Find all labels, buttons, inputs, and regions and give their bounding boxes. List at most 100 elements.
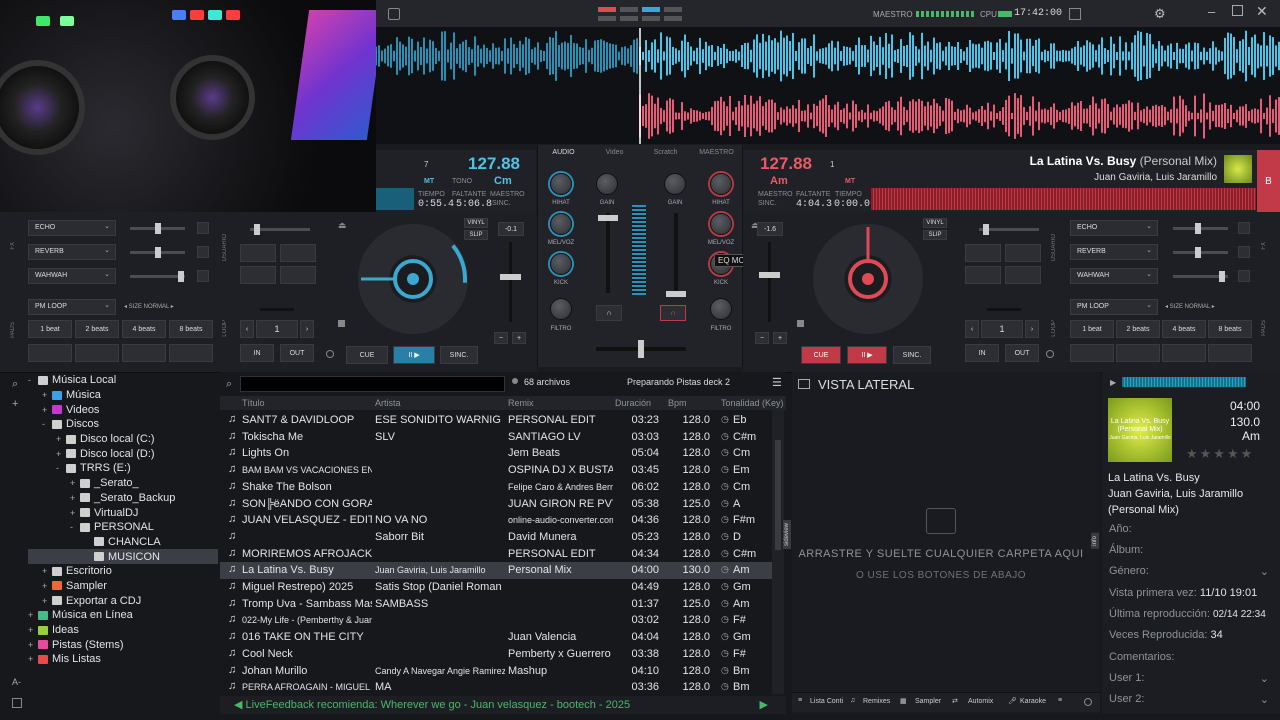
tab-sampler[interactable]: Sampler (915, 698, 941, 705)
tree-item[interactable]: + Mis Listas (28, 652, 218, 667)
track-row[interactable]: ♫ Saborr Bit David Munera 05:23 128.0 D ◷ (220, 529, 772, 546)
track-row[interactable]: ♫ Tokischa Me SLV SANTIAGO LV 03:03 128.0 C#m ◷ (220, 429, 772, 446)
crossfader[interactable] (596, 340, 686, 358)
expand-icon[interactable]: + (70, 493, 80, 503)
tree-item[interactable]: + _Serato_ (28, 476, 218, 491)
tab-scratch[interactable]: Scratch (640, 145, 691, 160)
tree-item[interactable]: + VirtualDJ (28, 505, 218, 520)
user-pad[interactable] (1005, 266, 1041, 284)
header-remix[interactable]: Remix (508, 398, 534, 408)
tree-item[interactable]: + Disco local (C:) (28, 432, 218, 447)
volume-fader-left[interactable] (598, 213, 618, 293)
tree-item[interactable]: - Discos (28, 417, 218, 432)
pad-mode-select[interactable]: PM LOOP (28, 299, 116, 315)
sidelist-icon[interactable]: ≡ (1058, 697, 1062, 704)
tree-item[interactable]: + Videos (28, 402, 218, 417)
fx-slider-3[interactable] (130, 271, 185, 282)
fx-select-1[interactable]: ECHO (28, 220, 116, 236)
tree-item[interactable]: - TRRS (E:) (28, 461, 218, 476)
loop-in-button[interactable]: IN (240, 344, 274, 362)
user-slider[interactable] (250, 224, 310, 235)
hihat-knob-left[interactable] (550, 173, 572, 195)
add-icon[interactable]: + (12, 398, 18, 410)
pad[interactable] (1116, 344, 1160, 362)
beat-pad-2[interactable]: 2 beats (1116, 320, 1160, 338)
fx-select-3[interactable]: WAHWAH (1070, 268, 1158, 284)
user-pad[interactable] (240, 244, 276, 262)
sync-button[interactable]: SINC. (440, 346, 478, 364)
loop-out-button[interactable]: OUT (1005, 344, 1039, 362)
tab-automix[interactable]: Automix (968, 698, 993, 705)
size-selector[interactable]: ◂ SIZE NORMAL ▸ (1165, 303, 1215, 310)
loop-prev-button[interactable]: ‹ (965, 320, 979, 338)
expand-icon[interactable]: + (28, 654, 38, 664)
tab-automix-list[interactable]: Lista Conti (810, 698, 843, 705)
headphone-right-button[interactable]: ∩ (660, 305, 686, 321)
expand-icon[interactable]: + (42, 596, 52, 606)
tree-item[interactable]: + _Serato_Backup (28, 491, 218, 506)
pitch-up-button[interactable]: + (512, 332, 526, 344)
search-icon[interactable]: ⌕ (226, 378, 232, 391)
collapse-icon[interactable]: - (42, 419, 52, 429)
pitch-slider[interactable] (500, 242, 521, 322)
close-icon[interactable]: ✕ (1256, 3, 1268, 20)
track-row[interactable]: ♫ SANT7 & DAVIDLOOP ESE SONIDITO WARNIG PER… (220, 412, 772, 429)
pitch-slider[interactable] (759, 242, 780, 322)
track-row[interactable]: ♫ Tromp Uva - Sambass MashupSAMBASS 01:37 1… (220, 596, 772, 613)
cue-button[interactable]: CUE (346, 346, 388, 364)
play-icon[interactable]: ▶ (760, 698, 768, 711)
expand-icon[interactable]: + (70, 478, 80, 488)
eject-icon[interactable]: ⏏ (338, 220, 347, 231)
info-tab[interactable]: info (1091, 533, 1099, 549)
expand-icon[interactable]: + (42, 405, 52, 415)
tree-item[interactable]: + Exportar a CDJ (28, 593, 218, 608)
fx-toggle-1[interactable] (197, 222, 209, 234)
collapse-icon[interactable]: - (28, 375, 38, 385)
track-row[interactable]: ♫ JUAN VELASQUEZ - EDIT NO VA NO online-aud… (220, 512, 772, 529)
track-row[interactable]: ♫ BAM BAM VS VACACIONES EN C... OSPINA DJ … (220, 462, 772, 479)
chevron-down-icon[interactable]: ⌄ (1260, 565, 1269, 578)
beat-pad-3[interactable]: 4 beats (1162, 320, 1206, 338)
pitch-up-button[interactable]: + (773, 332, 787, 344)
expand-icon[interactable]: + (56, 434, 66, 444)
beat-pad-1[interactable]: 1 beat (28, 320, 72, 338)
fx-toggle-2[interactable] (197, 246, 209, 258)
loop-out-button[interactable]: OUT (280, 344, 314, 362)
maximize-icon[interactable] (1232, 5, 1243, 16)
pad-mode-select[interactable]: PM LOOP (1070, 299, 1158, 315)
tree-item[interactable]: + Música en Línea (28, 608, 218, 623)
tree-item[interactable]: - PERSONAL (28, 520, 218, 535)
track-row[interactable]: ♫ 022-My Life - (Pemberthy & Juan Y... 03:… (220, 612, 772, 629)
loop-reset-icon[interactable] (1046, 350, 1054, 358)
search-icon[interactable]: ⌕ (12, 378, 18, 391)
search-input[interactable] (240, 376, 505, 392)
filter-knob-right[interactable] (710, 298, 732, 320)
tab-master[interactable]: MAESTRO (691, 145, 742, 160)
expand-icon[interactable]: + (42, 390, 52, 400)
beat-pad-1[interactable]: 1 beat (1070, 320, 1114, 338)
expand-icon[interactable]: + (70, 508, 80, 518)
tree-item[interactable]: MUSICON (28, 549, 218, 564)
vinyl-button[interactable]: VINYL (464, 218, 488, 228)
track-row[interactable]: ♫ Cool Neck Pemberty x Guerrero 03:38 128.0 F… (220, 646, 772, 663)
tree-item[interactable]: + Música (28, 388, 218, 403)
beat-pad-4[interactable]: 8 beats (169, 320, 213, 338)
turntable-left[interactable] (358, 224, 468, 334)
record-icon[interactable] (1069, 8, 1081, 20)
track-preview-waveform[interactable] (1122, 377, 1246, 387)
scrollbar[interactable] (772, 410, 784, 694)
expand-icon[interactable]: + (42, 581, 52, 591)
collapse-icon[interactable]: - (56, 463, 66, 473)
loop-in-button[interactable]: IN (965, 344, 999, 362)
info-user1[interactable]: User 1: ⌄ (1109, 672, 1269, 685)
sync-button[interactable]: SINC. (893, 346, 931, 364)
slip-button[interactable]: SLIP (923, 230, 947, 240)
fx-slider-2[interactable] (130, 247, 185, 258)
header-artist[interactable]: Artista (375, 398, 401, 408)
track-row[interactable]: ♫ Johan Murillo Candy A Navegar Angie Rami… (220, 663, 772, 680)
settings-gear-icon[interactable]: ⚙ (1154, 6, 1166, 22)
fx-select-3[interactable]: WAHWAH (28, 268, 116, 284)
tab-audio[interactable]: AUDIO (538, 145, 589, 160)
header-key[interactable]: Tonalidad (Key) (721, 398, 784, 408)
beat-pad-3[interactable]: 4 beats (122, 320, 166, 338)
